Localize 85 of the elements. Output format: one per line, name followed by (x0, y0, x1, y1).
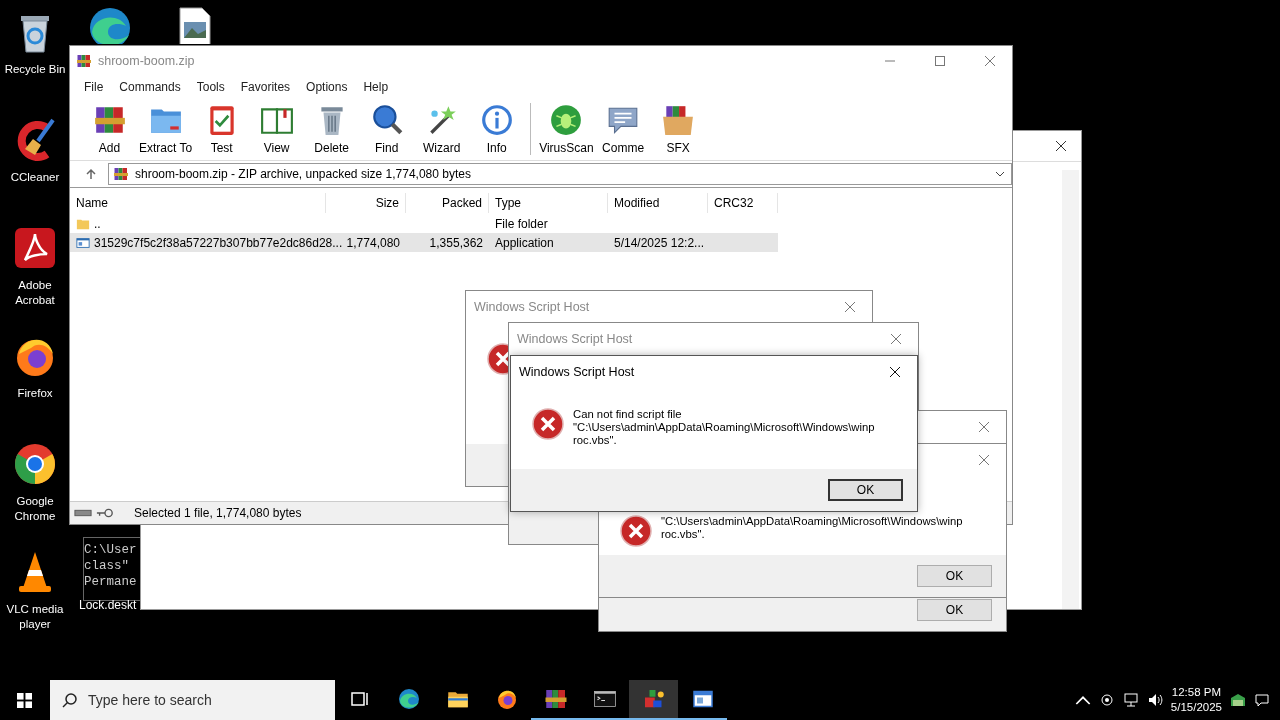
close-icon (845, 301, 855, 312)
desktop-icon-label[interactable]: VLC media player (1, 602, 69, 632)
toolbar-button[interactable]: Find (359, 103, 415, 155)
desktop-icon-label[interactable]: Adobe Acrobat (1, 278, 69, 308)
info-icon (479, 103, 514, 137)
menu-item[interactable]: Favorites (232, 80, 299, 94)
toolbar-button[interactable]: Extract To (137, 103, 195, 155)
store-icon[interactable] (1230, 692, 1246, 708)
file-row[interactable]: 31529c7f5c2f38a57227b307bb77e2dc86d28... 1,774,080 1,355,362 Application 5/14/2025 12:2... (70, 233, 778, 252)
close-icon (890, 366, 900, 377)
dialog-title: Windows Script Host (519, 364, 636, 379)
toolbar-button[interactable]: SFX (650, 103, 706, 155)
desktop-icon-label[interactable]: Firefox (17, 386, 53, 401)
toolbar-button[interactable]: Info (469, 103, 525, 155)
notification-icon[interactable] (1254, 692, 1270, 708)
network-icon[interactable] (1122, 692, 1139, 708)
browser-icon (396, 687, 421, 711)
menu-item[interactable]: Tools (188, 80, 233, 94)
table-cell: 1,774,080 (346, 235, 400, 250)
toolbar-button[interactable]: Delete (304, 103, 360, 155)
table-cell: .. (94, 216, 101, 231)
maximize-icon (935, 56, 945, 66)
clock-date[interactable]: 5/15/2025 (1170, 700, 1222, 715)
table-cell: 1,355,362 (429, 235, 483, 250)
taskbar-app-button[interactable] (629, 680, 678, 720)
table-cell: File folder (495, 216, 548, 231)
menu-item[interactable]: Options (298, 80, 356, 94)
drive-icon (74, 508, 92, 518)
column-header[interactable]: CRC32 (708, 193, 778, 213)
bug-icon (549, 103, 584, 137)
error-icon (620, 515, 652, 547)
desktop-icon-label[interactable]: CCleaner (10, 170, 60, 185)
close-icon (979, 421, 989, 432)
ok-button[interactable]: OK (828, 479, 903, 501)
box-icon (661, 103, 696, 137)
books-icon (543, 687, 568, 711)
clock-time[interactable]: 12:58 PM (1171, 685, 1222, 700)
error-message: Can not find script file "C:\Users\admin\AppData\Roaming\Microsoft\Windows\winp roc.vbs". (573, 408, 875, 447)
key-icon (96, 508, 114, 518)
table-cell: 31529c7f5c2f38a57227b307bb77e2dc86d28... (94, 235, 343, 250)
close-icon (891, 333, 901, 344)
chevron-down-icon[interactable] (995, 171, 1005, 177)
menu-item[interactable]: Commands (111, 80, 189, 94)
ok-button[interactable]: OK (917, 599, 992, 621)
column-header[interactable]: Packed (406, 193, 489, 213)
column-header[interactable]: Type (489, 193, 608, 213)
column-header[interactable]: Size (326, 193, 406, 213)
console-text: C:\User class" Permane (83, 537, 140, 601)
column-header[interactable]: Name (70, 193, 326, 213)
windows-logo-icon (16, 692, 32, 708)
dialog-title: Windows Script Host (517, 331, 634, 346)
table-cell: 5/14/2025 12:2... (614, 235, 705, 250)
file-row[interactable]: .. File folder (70, 214, 778, 233)
window-title: shroom-boom.zip (98, 54, 196, 68)
search-field[interactable]: Type here to search (50, 680, 335, 720)
speaker-icon[interactable] (1146, 692, 1163, 708)
desktop-icon-label[interactable]: Google Chrome (1, 494, 69, 524)
error-icon (532, 408, 564, 440)
toolbar-button[interactable]: View (249, 103, 305, 155)
meeting-icon[interactable] (1098, 692, 1115, 708)
up-arrow-icon (85, 168, 97, 180)
app-file-icon (76, 235, 90, 250)
toolbar-button[interactable]: Wizard (414, 103, 470, 155)
error-message: "C:\Users\admin\AppData\Roaming\Microsoft\Windows\winp roc.vbs". (661, 515, 963, 541)
task-view-icon (349, 691, 370, 707)
menu-item[interactable]: File (76, 80, 112, 94)
toolbar-button[interactable]: Add (82, 103, 137, 155)
column-header[interactable]: Modified (608, 193, 708, 213)
toolbar-button[interactable]: Comme (595, 103, 651, 155)
desktop-icon-label[interactable]: Lock.deskt (79, 598, 137, 612)
close-icon (979, 454, 989, 465)
table-cell: Application (495, 235, 554, 250)
ok-button[interactable]: OK (917, 565, 992, 587)
path-field[interactable]: shroom-boom.zip - ZIP archive, unpacked size 1,774,080 bytes (108, 163, 1012, 185)
desktop-icon-label[interactable]: Recycle Bin (4, 62, 66, 77)
close-icon (1056, 141, 1066, 151)
books-icon (113, 166, 129, 182)
scrollbar[interactable] (1062, 170, 1079, 609)
close-icon (985, 56, 995, 66)
status-text: Selected 1 file, 1,774,080 bytes (134, 506, 302, 520)
books-icon (76, 53, 92, 69)
dialog-title: Windows Script Host (474, 299, 591, 314)
toolbar-button[interactable]: VirusScan (537, 103, 596, 155)
menu-item[interactable]: Help (355, 80, 397, 94)
toolbar-button[interactable]: Test (194, 103, 250, 155)
